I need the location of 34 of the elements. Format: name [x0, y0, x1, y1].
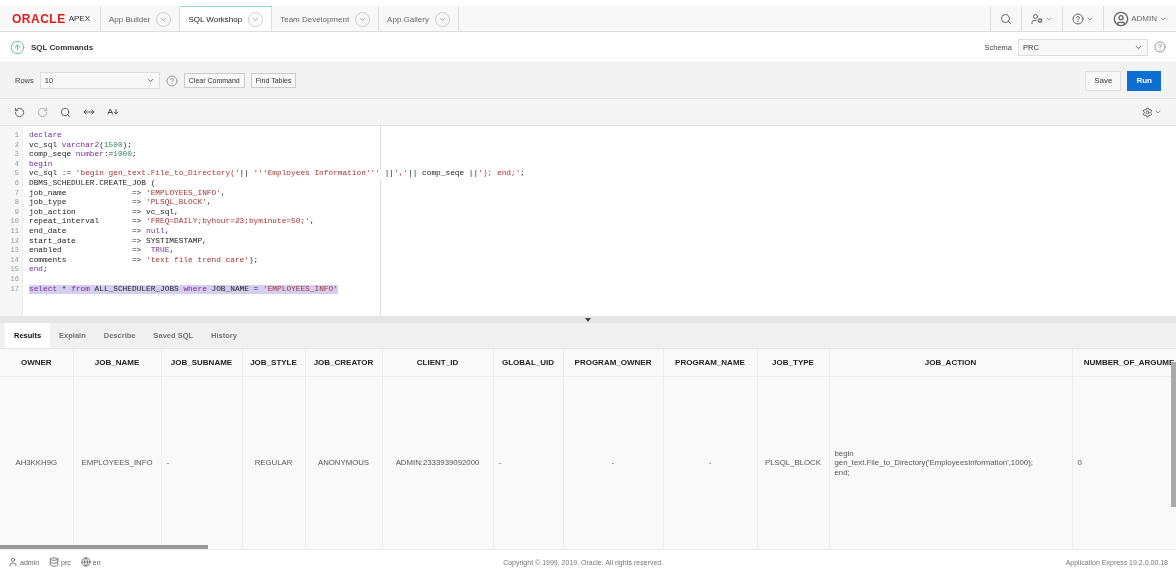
column-header: GLOBAL_UID [493, 349, 563, 377]
globe-icon [80, 557, 91, 567]
page-title: SQL Commands [31, 42, 94, 52]
chevron-down-icon [1154, 108, 1162, 116]
settings-button[interactable] [1142, 106, 1162, 118]
column-header: JOB_ACTION [829, 349, 1072, 377]
undo-button[interactable] [14, 106, 25, 118]
run-button[interactable]: Run [1127, 70, 1161, 91]
user-icon [8, 557, 18, 567]
save-button[interactable]: Save [1085, 70, 1122, 91]
search-button[interactable] [60, 106, 71, 118]
chevron-down-icon [145, 76, 155, 85]
help-icon[interactable] [165, 74, 178, 87]
help-icon[interactable] [1154, 41, 1166, 53]
column-header: CLIENT_ID [382, 349, 493, 377]
column-header: JOB_NAME [73, 349, 161, 377]
column-header: PROGRAM_OWNER [563, 349, 663, 377]
column-header: PROGRAM_NAME [663, 349, 757, 377]
help-icon [1072, 12, 1085, 25]
column-header: JOB_CREATOR [305, 349, 382, 377]
user-menu-button[interactable]: ADMIN [1103, 6, 1176, 31]
nav-tab[interactable]: SQL Workshop [180, 6, 273, 31]
horizontal-scrollbar[interactable] [0, 545, 208, 549]
settings-icon [1142, 106, 1153, 118]
column-header: OWNER [0, 349, 73, 377]
avatar-icon [1113, 10, 1130, 27]
column-header: JOB_STYLE [242, 349, 305, 377]
search-icon [1000, 12, 1013, 25]
database-icon [49, 557, 60, 567]
font-size-button[interactable] [107, 106, 119, 118]
redo-button[interactable] [37, 106, 48, 118]
user-gear-icon [1031, 12, 1044, 25]
column-header: JOB_TYPE [757, 349, 829, 377]
column-header: JOB_SUBNAME [161, 349, 242, 377]
